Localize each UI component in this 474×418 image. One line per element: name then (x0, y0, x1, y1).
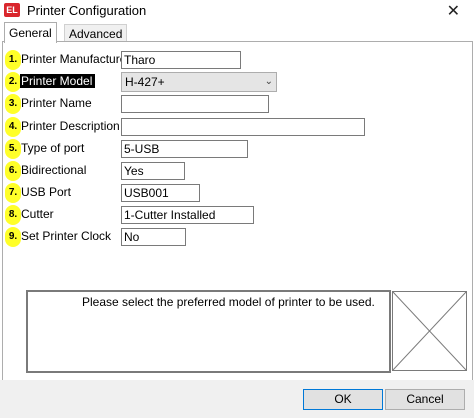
step-badge: 3. (5, 94, 21, 114)
printer-image-placeholder (392, 291, 467, 371)
close-icon[interactable]: ✕ (447, 1, 460, 21)
title-bar: EL Printer Configuration ✕ (0, 0, 474, 22)
field-label: Cutter (21, 207, 54, 221)
printer-description-field[interactable] (121, 118, 365, 136)
step-badge: 7. (5, 183, 21, 203)
printer-model-select[interactable]: H-427+ ⌄ (121, 72, 277, 92)
field-label: Printer Name (21, 96, 92, 110)
field-label: Printer Manufacturer (21, 52, 131, 66)
usb-port-field[interactable]: USB001 (121, 184, 200, 202)
ok-button[interactable]: OK (303, 389, 383, 410)
set-printer-clock-field[interactable]: No (121, 228, 186, 246)
window-title: Printer Configuration (27, 3, 147, 18)
step-badge: 1. (5, 50, 21, 70)
cutter-field[interactable]: 1-Cutter Installed (121, 206, 254, 224)
row-bidirectional: 6. Bidirectional Yes (3, 161, 473, 181)
step-badge: 4. (5, 117, 21, 137)
step-badge: 2. (5, 72, 21, 92)
general-panel: 1. Printer Manufacturer Tharo 2. Printer… (2, 41, 473, 381)
type-of-port-field[interactable]: 5-USB (121, 140, 248, 158)
dialog-footer: OK Cancel (0, 380, 474, 418)
description-text: Please select the preferred model of pri… (82, 295, 375, 309)
row-printer-name: 3. Printer Name (3, 94, 473, 114)
row-printer-model: 2. Printer Model H-427+ ⌄ (3, 72, 473, 92)
field-label: USB Port (21, 185, 72, 199)
printer-model-value: H-427+ (125, 75, 165, 89)
field-label: Printer Description (21, 119, 120, 133)
chevron-down-icon[interactable]: ⌄ (265, 73, 273, 91)
step-badge: 5. (5, 139, 21, 159)
field-label: Printer Model (20, 74, 96, 88)
step-badge: 8. (5, 205, 21, 225)
field-label: Type of port (21, 141, 85, 155)
tab-strip: General Advanced (0, 22, 474, 43)
placeholder-x-icon (392, 291, 467, 371)
step-badge: 6. (5, 161, 21, 181)
row-printer-description: 4. Printer Description (3, 117, 473, 137)
row-type-of-port: 5. Type of port 5-USB (3, 139, 473, 159)
row-usb-port: 7. USB Port USB001 (3, 183, 473, 203)
cancel-button[interactable]: Cancel (385, 389, 465, 410)
printer-manufacturer-field[interactable]: Tharo (121, 51, 241, 69)
bidirectional-field[interactable]: Yes (121, 162, 185, 180)
app-logo-icon: EL (4, 3, 20, 17)
row-set-printer-clock: 9. Set Printer Clock No (3, 227, 473, 247)
step-badge: 9. (5, 227, 21, 247)
field-label: Bidirectional (21, 163, 87, 177)
description-box: Please select the preferred model of pri… (26, 290, 391, 373)
row-cutter: 8. Cutter 1-Cutter Installed (3, 205, 473, 225)
tab-general[interactable]: General (4, 22, 57, 43)
field-label: Set Printer Clock (21, 229, 112, 243)
row-printer-manufacturer: 1. Printer Manufacturer Tharo (3, 50, 473, 70)
printer-name-field[interactable] (121, 95, 269, 113)
